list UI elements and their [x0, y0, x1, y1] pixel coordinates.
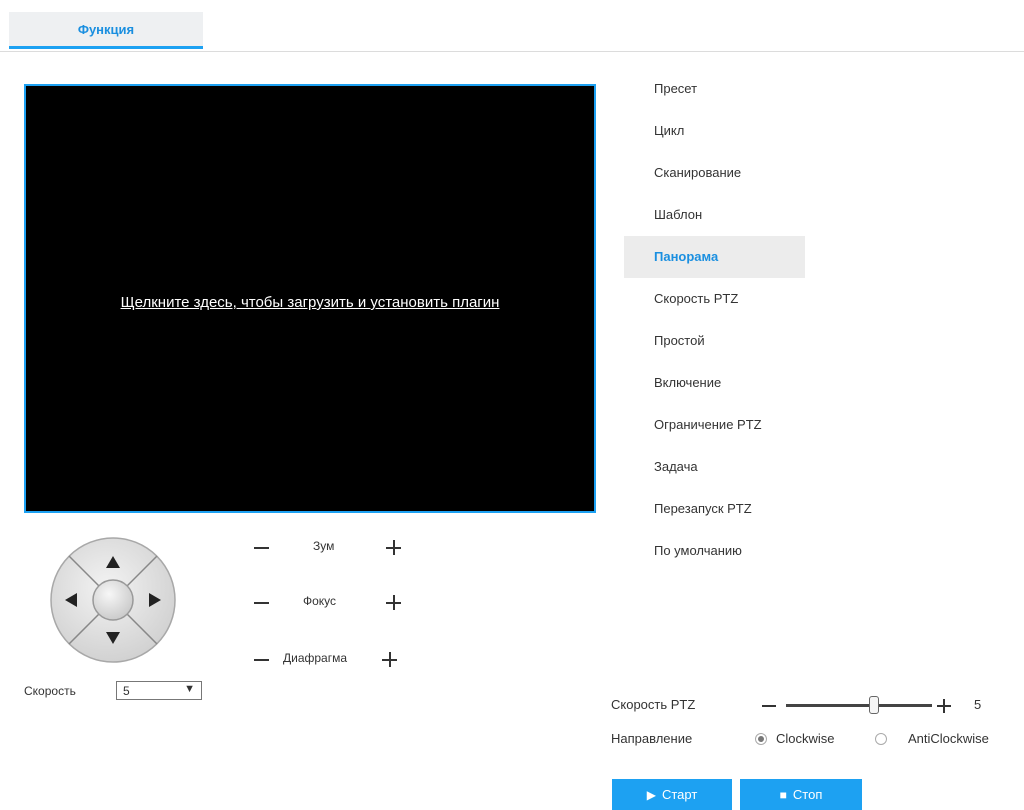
- ptz-speed-slider-handle[interactable]: [868, 696, 879, 714]
- ptz-function-menu: Пресет Цикл Сканирование Шаблон Панорама…: [624, 68, 824, 572]
- clockwise-radio[interactable]: [755, 733, 767, 745]
- iris-control: Диафрагма: [250, 648, 420, 672]
- zoom-label: Зум: [313, 539, 335, 553]
- tab-function[interactable]: Функция: [9, 12, 203, 49]
- ptz-speed-label: Скорость PTZ: [611, 697, 696, 712]
- plugin-install-link[interactable]: Щелкните здесь, чтобы загрузить и устано…: [96, 286, 524, 319]
- start-button[interactable]: ▶ Старт: [612, 779, 732, 810]
- speed-select[interactable]: 5 ▼: [116, 681, 202, 700]
- direction-label: Направление: [611, 731, 693, 746]
- menu-item-ptz-limit[interactable]: Ограничение PTZ: [624, 404, 824, 446]
- menu-item-power-up[interactable]: Включение: [624, 362, 824, 404]
- focus-plus-button[interactable]: [382, 591, 406, 615]
- chevron-down-icon: ▼: [184, 683, 195, 695]
- anticlockwise-radio[interactable]: [875, 733, 887, 745]
- focus-minus-button[interactable]: [250, 591, 274, 615]
- iris-label: Диафрагма: [283, 651, 348, 665]
- zoom-out-button[interactable]: [250, 536, 274, 560]
- zoom-control: Зум: [250, 536, 420, 560]
- menu-item-ptz-speed[interactable]: Скорость PTZ: [624, 278, 824, 320]
- iris-minus-button[interactable]: [250, 648, 274, 672]
- menu-item-cycle[interactable]: Цикл: [624, 110, 824, 152]
- ptz-speed-plus-button[interactable]: [932, 695, 956, 715]
- clockwise-label[interactable]: Clockwise: [776, 731, 835, 746]
- menu-item-default[interactable]: По умолчанию: [624, 530, 824, 572]
- menu-item-task[interactable]: Задача: [624, 446, 824, 488]
- stop-icon: ■: [779, 787, 787, 802]
- start-button-label: Старт: [661, 787, 698, 802]
- joystick-center-button[interactable]: [92, 579, 134, 621]
- tab-bar: Функция: [0, 0, 1024, 52]
- focus-label: Фокус: [303, 594, 337, 608]
- speed-label: Скорость: [24, 684, 76, 698]
- stop-button[interactable]: ■ Стоп: [740, 779, 862, 810]
- ptz-speed-slider[interactable]: [786, 696, 932, 714]
- anticlockwise-label[interactable]: AntiClockwise: [908, 731, 989, 746]
- focus-control: Фокус: [250, 591, 420, 615]
- ptz-speed-minus-button[interactable]: [757, 695, 781, 715]
- menu-item-scan[interactable]: Сканирование: [624, 152, 824, 194]
- ptz-joystick: [50, 537, 176, 663]
- ptz-speed-value: 5: [974, 697, 982, 712]
- video-preview: Щелкните здесь, чтобы загрузить и устано…: [24, 84, 596, 513]
- zoom-in-button[interactable]: [382, 536, 406, 560]
- menu-item-pattern[interactable]: Шаблон: [624, 194, 824, 236]
- menu-item-idle[interactable]: Простой: [624, 320, 824, 362]
- menu-item-preset[interactable]: Пресет: [624, 68, 824, 110]
- speed-select-value: 5: [123, 684, 130, 698]
- menu-item-panorama[interactable]: Панорама: [624, 236, 805, 278]
- play-icon: ▶: [646, 787, 656, 802]
- menu-item-ptz-restart[interactable]: Перезапуск PTZ: [624, 488, 824, 530]
- stop-button-label: Стоп: [792, 787, 823, 802]
- iris-plus-button[interactable]: [378, 648, 402, 672]
